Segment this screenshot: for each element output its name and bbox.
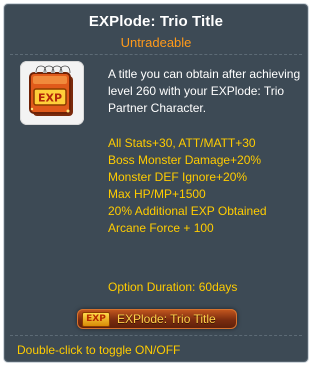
stat-list: All Stats+30, ATT/MATT+30 Boss Monster D… [108,135,304,237]
option-duration: Option Duration: 60days [108,280,238,294]
toggle-hint: Double-click to toggle ON/OFF [17,343,181,357]
stat-line: All Stats+30, ATT/MATT+30 [108,136,256,150]
exp-title-book-icon: EXP [29,64,73,116]
badge-title-text: EXPlode: Trio Title [117,312,216,326]
icon-exp-label: EXP [38,92,62,105]
trade-status: Untradeable [120,35,192,50]
badge-exp-icon: EXP [82,312,110,327]
item-tooltip: EXPlode: Trio Title Untradeable EXP A ti… [3,3,309,363]
stat-line: Max HP/MP+1500 [108,187,206,201]
stat-line: 20% Additional EXP Obtained [108,204,267,218]
item-name: EXPlode: Trio Title [88,13,224,30]
header-divider [10,54,302,55]
item-icon-frame: EXP [20,61,84,125]
stat-line: Monster DEF Ignore+20% [108,170,248,184]
stat-line: Boss Monster Damage+20% [108,153,262,167]
footer-divider [10,335,302,336]
item-description: A title you can obtain after achieving l… [108,67,301,115]
stat-line: Arcane Force + 100 [108,221,214,235]
title-badge: EXP EXPlode: Trio Title [77,309,237,329]
